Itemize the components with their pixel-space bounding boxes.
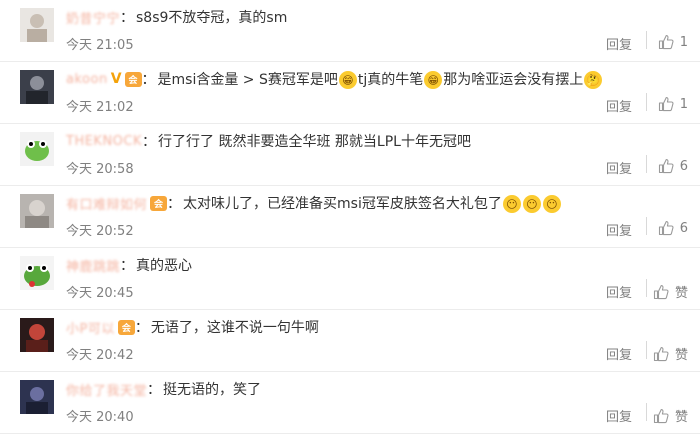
thumbs-up-icon bbox=[653, 346, 669, 361]
reply-button[interactable]: 回复 bbox=[606, 406, 632, 425]
emoji-icon: 😁 bbox=[338, 71, 357, 89]
avatar[interactable] bbox=[20, 70, 54, 104]
comment-timestamp: 今天 20:52 bbox=[66, 224, 134, 239]
emoji-icon: 😶 bbox=[522, 195, 541, 213]
divider bbox=[646, 279, 647, 297]
divider bbox=[646, 93, 647, 111]
thumbs-up-icon bbox=[658, 220, 674, 236]
comment-text: s8s9不放夺冠，真的sm bbox=[136, 10, 288, 26]
thumbs-up-icon bbox=[658, 158, 674, 174]
colon: ： bbox=[142, 134, 157, 150]
like-button[interactable]: 赞 bbox=[653, 406, 688, 425]
vip-badge-icon: 会 bbox=[150, 195, 168, 211]
divider bbox=[646, 403, 647, 421]
avatar[interactable] bbox=[20, 132, 54, 166]
username-link[interactable]: 奶昔宁宁 bbox=[66, 8, 120, 27]
avatar[interactable] bbox=[20, 194, 54, 228]
emoji-icon: 🤔 bbox=[584, 71, 603, 89]
reply-button[interactable]: 回复 bbox=[606, 96, 632, 115]
colon: ： bbox=[134, 320, 149, 336]
comment-list: 奶昔宁宁： s8s9不放夺冠，真的sm 今天 21:05 回复 1 akoon V 会：是ms… bbox=[0, 0, 700, 448]
divider bbox=[646, 155, 647, 173]
comment-item: THEKNOCK：行了行了 既然非要造全华班 那就当LPL十年无冠吧今天 20:… bbox=[0, 124, 700, 186]
emoji-icon: 😶 bbox=[502, 195, 521, 213]
comment-timestamp: 今天 20:58 bbox=[66, 162, 134, 177]
like-button[interactable]: 6 bbox=[658, 158, 688, 174]
comment-timestamp: 今天 20:42 bbox=[66, 348, 134, 363]
like-button[interactable]: 赞 bbox=[653, 282, 688, 301]
colon: ： bbox=[167, 196, 182, 212]
comment-item: 小P可以会：无语了，这谁不说一句牛啊今天 20:42 回复 赞 bbox=[0, 310, 700, 372]
avatar[interactable] bbox=[20, 380, 54, 414]
emoji-icon: 😁 bbox=[424, 71, 443, 89]
username-link[interactable]: 神鹿跳跳 bbox=[66, 256, 120, 275]
colon: ： bbox=[141, 72, 156, 88]
comment-text: 是msi含金量 > S赛冠军是吧 😁 tj真的牛笔 😁 那为啥亚运会没有摆上 🤔 bbox=[158, 69, 604, 89]
verified-badge-icon: V bbox=[110, 71, 122, 87]
username-link[interactable]: 小P可以 bbox=[66, 318, 115, 337]
divider bbox=[646, 217, 647, 235]
comment-timestamp: 今天 21:02 bbox=[66, 100, 134, 115]
vip-badge-icon: 会 bbox=[124, 71, 142, 87]
username-link[interactable]: THEKNOCK bbox=[66, 134, 142, 149]
like-count: 6 bbox=[679, 220, 688, 236]
divider bbox=[646, 341, 647, 359]
like-count: 1 bbox=[679, 96, 688, 112]
comment-timestamp: 今天 20:45 bbox=[66, 286, 134, 301]
username-link[interactable]: 有口难辩如何 bbox=[66, 194, 147, 213]
username-link[interactable]: 你给了我天堂 bbox=[66, 380, 147, 399]
like-count: 赞 bbox=[674, 286, 688, 301]
reply-button[interactable]: 回复 bbox=[606, 282, 632, 301]
thumbs-up-icon bbox=[653, 284, 669, 299]
colon: ： bbox=[147, 382, 162, 398]
like-button[interactable]: 赞 bbox=[653, 344, 688, 363]
comment-timestamp: 今天 20:40 bbox=[66, 410, 134, 425]
thumbs-up-icon bbox=[658, 34, 674, 50]
like-count: 赞 bbox=[674, 410, 688, 425]
colon: ： bbox=[120, 258, 135, 274]
thumbs-up-icon bbox=[653, 408, 669, 423]
divider bbox=[646, 31, 647, 49]
like-count: 6 bbox=[679, 158, 688, 174]
comment-text: 行了行了 既然非要造全华班 那就当LPL十年无冠吧 bbox=[158, 134, 471, 150]
vip-badge-icon: 会 bbox=[117, 319, 135, 335]
like-count: 1 bbox=[679, 34, 688, 50]
comment-timestamp: 今天 21:05 bbox=[66, 38, 134, 53]
comment-text: 太对味儿了，已经准备买msi冠军皮肤签名大礼包了 😶 😶 😶 bbox=[183, 193, 562, 213]
thumbs-up-icon bbox=[658, 96, 674, 112]
comment-text: 真的恶心 bbox=[136, 258, 193, 274]
avatar[interactable] bbox=[20, 318, 54, 352]
like-button[interactable]: 1 bbox=[658, 34, 688, 50]
avatar[interactable] bbox=[20, 8, 54, 42]
reply-button[interactable]: 回复 bbox=[606, 34, 632, 53]
reply-button[interactable]: 回复 bbox=[606, 158, 632, 177]
comment-text: 无语了，这谁不说一句牛啊 bbox=[150, 320, 319, 336]
comment-item: 神鹿跳跳：真的恶心 今天 20:45 回复 赞 bbox=[0, 248, 700, 310]
colon: ： bbox=[120, 10, 135, 26]
emoji-icon: 😶 bbox=[542, 195, 561, 213]
comment-item: 有口难辩如何会：太对味儿了，已经准备买msi冠军皮肤签名大礼包了 😶 😶 😶 今天 20… bbox=[0, 186, 700, 248]
comment-item: akoon V 会：是msi含金量 > S赛冠军是吧 😁 tj真的牛笔 😁 那为啥亚运会没有… bbox=[0, 62, 700, 124]
like-button[interactable]: 6 bbox=[658, 220, 688, 236]
avatar[interactable] bbox=[20, 256, 54, 290]
like-count: 赞 bbox=[674, 348, 688, 363]
comment-item: 奶昔宁宁： s8s9不放夺冠，真的sm 今天 21:05 回复 1 bbox=[0, 0, 700, 62]
reply-button[interactable]: 回复 bbox=[606, 344, 632, 363]
username-link[interactable]: akoon bbox=[66, 72, 108, 87]
comment-text: 挺无语的，笑了 bbox=[163, 382, 262, 398]
like-button[interactable]: 1 bbox=[658, 96, 688, 112]
reply-button[interactable]: 回复 bbox=[606, 220, 632, 239]
comment-item: 你给了我天堂：挺无语的，笑了今天 20:40 回复 赞 bbox=[0, 372, 700, 434]
